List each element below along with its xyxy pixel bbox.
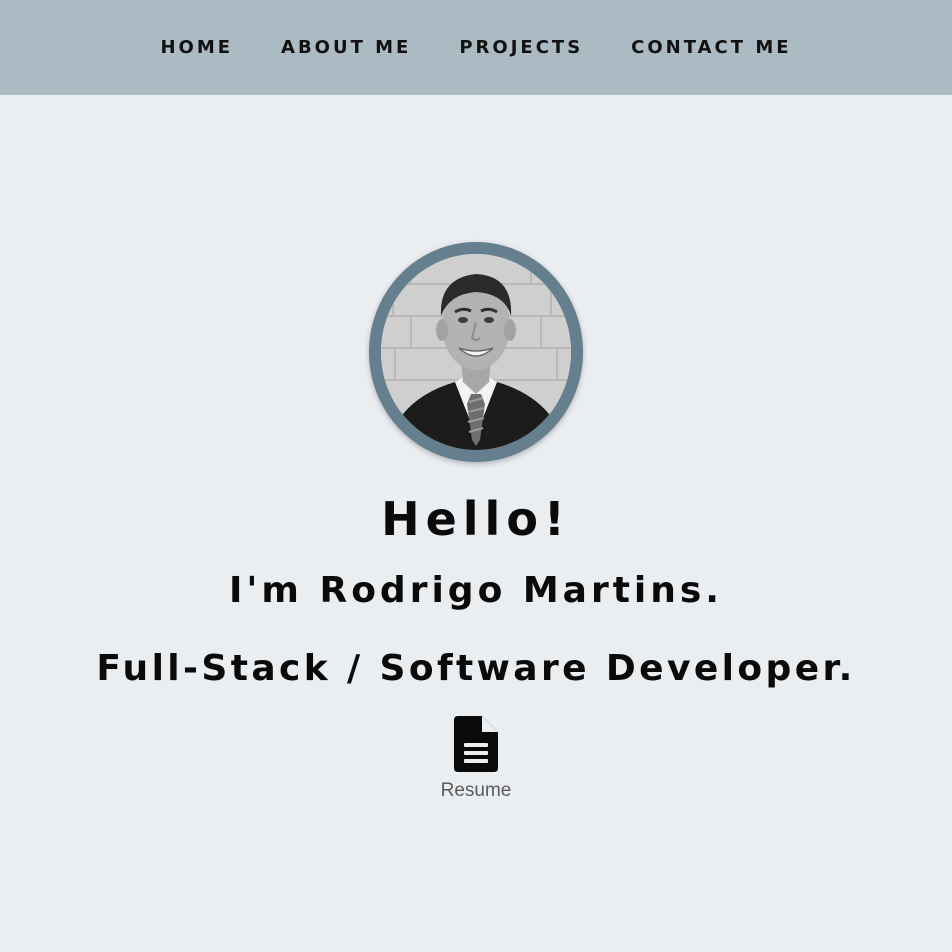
greeting-heading: Hello! — [381, 492, 571, 546]
nav-projects-link[interactable]: PROJECTS — [459, 37, 583, 58]
resume-link[interactable]: Resume — [426, 716, 526, 802]
role-heading: Full-Stack / Software Developer. — [96, 648, 856, 689]
avatar-ring — [369, 242, 583, 462]
nav-contact-me-link[interactable]: CONTACT ME — [631, 37, 791, 58]
resume-label: Resume — [440, 780, 512, 801]
top-navbar: HOME ABOUT ME PROJECTS CONTACT ME — [0, 0, 952, 95]
profile-photo — [381, 254, 571, 450]
name-heading: I'm Rodrigo Martins. — [229, 570, 723, 611]
nav-about-me-link[interactable]: ABOUT ME — [281, 37, 411, 58]
nav-home-link[interactable]: HOME — [160, 37, 233, 58]
document-icon — [454, 716, 498, 772]
avatar — [381, 254, 571, 450]
